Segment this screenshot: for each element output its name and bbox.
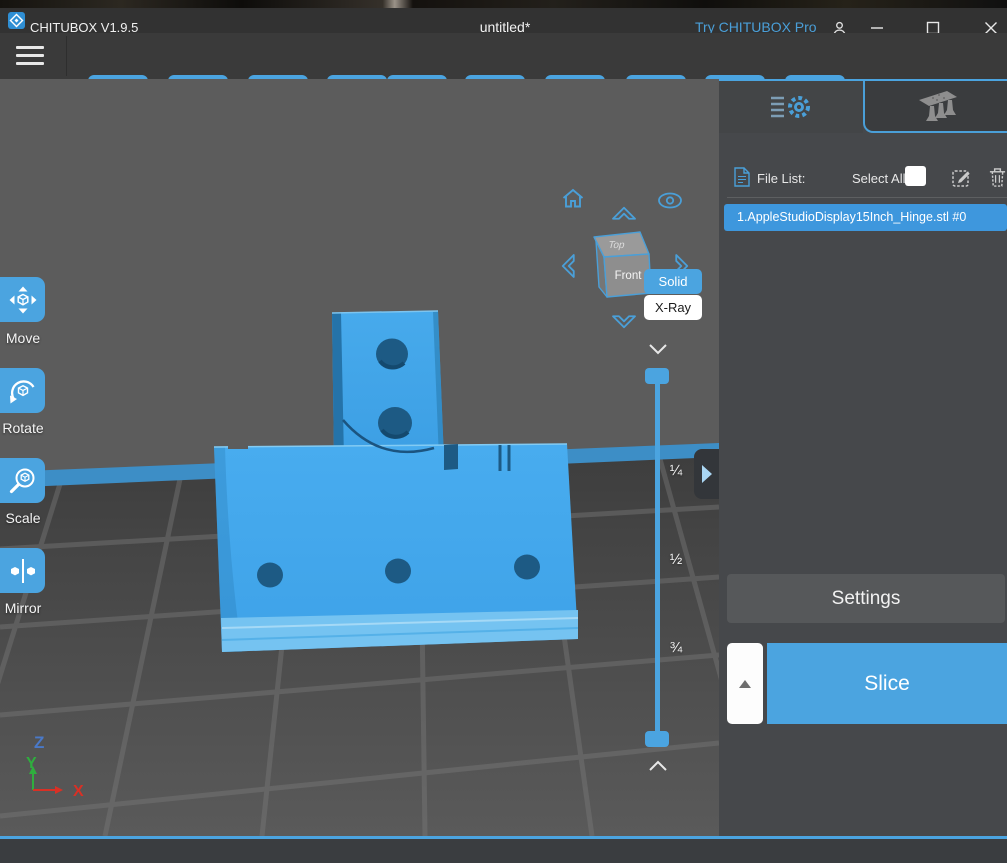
move-tool-label: Move bbox=[0, 330, 48, 346]
settings-button[interactable]: Settings bbox=[727, 574, 1005, 623]
expander-triangle-icon bbox=[702, 465, 712, 483]
up-triangle-icon bbox=[739, 680, 751, 688]
right-panel: File List: Select All 1.AppleStudioDispl… bbox=[719, 79, 1007, 836]
rotate-icon bbox=[8, 376, 38, 406]
rename-file-icon[interactable] bbox=[951, 166, 973, 193]
settings-gear-icon bbox=[768, 90, 814, 124]
file-list-label: File List: bbox=[757, 171, 805, 186]
scale-tool-label: Scale bbox=[0, 510, 48, 526]
axis-z-label: Z bbox=[34, 733, 44, 752]
delete-file-icon[interactable] bbox=[988, 166, 1007, 193]
toolbar-separator bbox=[66, 36, 67, 76]
clipping-slider-bottom-handle[interactable] bbox=[645, 731, 669, 747]
rotate-tool-button[interactable] bbox=[0, 368, 45, 413]
rotate-up-arrow-icon[interactable] bbox=[609, 205, 639, 227]
mirror-tool-label: Mirror bbox=[0, 600, 48, 616]
slider-collapse-chevron-icon[interactable] bbox=[648, 342, 668, 356]
move-tool-button[interactable] bbox=[0, 277, 45, 322]
menu-button[interactable] bbox=[16, 46, 44, 66]
rotate-tool-label: Rotate bbox=[0, 420, 48, 436]
axis-indicator: Z Y X bbox=[18, 728, 113, 803]
mirror-icon bbox=[8, 556, 38, 586]
file-list-icon bbox=[734, 167, 750, 192]
titlebar: CHITUBOX V1.9.5 untitled* Try CHITUBOX P… bbox=[0, 8, 1007, 33]
axis-x-label: X bbox=[73, 783, 84, 800]
view-mode-xray-button[interactable]: X-Ray bbox=[644, 295, 702, 320]
chitubox-window: CHITUBOX V1.9.5 untitled* Try CHITUBOX P… bbox=[0, 0, 1007, 863]
move-icon bbox=[8, 285, 38, 315]
select-all-checkbox[interactable] bbox=[905, 166, 926, 186]
panel-expander-tab[interactable] bbox=[694, 449, 719, 499]
desktop-background-strip bbox=[0, 0, 1007, 8]
toolbar bbox=[0, 33, 1007, 80]
clipping-slider-track[interactable] bbox=[655, 374, 660, 740]
rotate-down-arrow-icon[interactable] bbox=[609, 308, 639, 330]
file-list-separator bbox=[727, 197, 1007, 198]
view-mode-solid-button[interactable]: Solid bbox=[644, 269, 702, 294]
eye-perspective-icon[interactable] bbox=[657, 191, 683, 215]
clipping-slider-top-handle[interactable] bbox=[645, 368, 669, 384]
model-hinge[interactable] bbox=[214, 311, 578, 652]
slider-label-three-quarter: ¾ bbox=[664, 639, 688, 656]
slider-label-half: ½ bbox=[664, 551, 688, 568]
select-all-label: Select All bbox=[852, 171, 905, 186]
support-icon bbox=[911, 87, 961, 125]
cube-top-label: Top bbox=[607, 240, 626, 251]
scale-icon bbox=[8, 466, 38, 496]
file-list-item[interactable]: 1.AppleStudioDisplay15Inch_Hinge.stl #0 bbox=[724, 204, 1007, 231]
slider-expand-chevron-icon[interactable] bbox=[648, 759, 668, 773]
home-view-icon[interactable] bbox=[561, 187, 585, 215]
cube-front-label: Front bbox=[615, 270, 643, 282]
scale-tool-button[interactable] bbox=[0, 458, 45, 503]
slice-expand-button[interactable] bbox=[727, 643, 763, 724]
tab-support[interactable] bbox=[863, 81, 1007, 133]
mirror-tool-button[interactable] bbox=[0, 548, 45, 593]
slider-label-quarter: ¼ bbox=[664, 462, 688, 479]
viewport-3d[interactable]: Top Front Solid X-Ray ¼ ½ ¾ Z Y X bbox=[0, 79, 719, 836]
build-plate-and-model bbox=[0, 79, 719, 836]
tab-slice-settings[interactable] bbox=[719, 81, 863, 133]
slice-button[interactable]: Slice bbox=[767, 643, 1007, 724]
rotate-left-arrow-icon[interactable] bbox=[560, 251, 582, 281]
status-bar bbox=[0, 839, 1007, 863]
app-logo-icon bbox=[8, 12, 25, 34]
